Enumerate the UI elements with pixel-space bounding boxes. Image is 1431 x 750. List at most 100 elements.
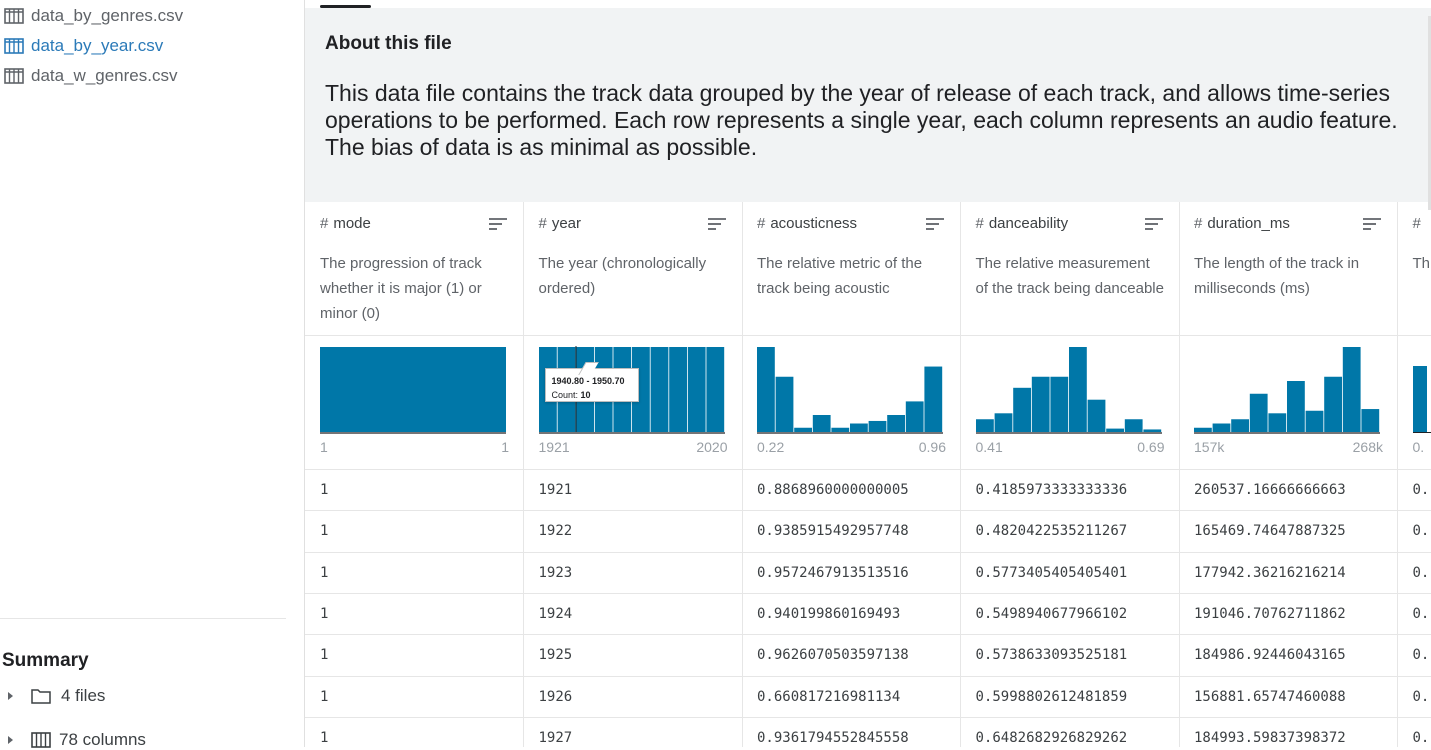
histogram-bar[interactable] [1069, 347, 1087, 432]
column-partial: #Th0. [1398, 202, 1431, 747]
file-name: data_by_genres.csv [31, 6, 183, 26]
histogram-bar[interactable] [1361, 409, 1379, 432]
sort-icon[interactable] [1363, 218, 1381, 230]
expand-caret-icon[interactable] [8, 692, 13, 700]
table-cell: 0.9626070503597138 [757, 647, 909, 663]
histogram-bar[interactable] [1050, 377, 1068, 432]
histogram-bar[interactable] [1287, 381, 1305, 432]
column-description: The relative metric of the track being a… [757, 251, 947, 301]
table-cell: 0.4820422535211267 [976, 523, 1128, 539]
histogram-bar[interactable] [794, 428, 812, 432]
table-cell: 0.9385915492957748 [757, 523, 909, 539]
tooltip-range: 1940.80 - 1950.70 [552, 374, 632, 388]
table-cell: 1 [320, 523, 328, 539]
summary-files-label: 4 files [61, 686, 105, 706]
histogram-bar[interactable] [1306, 411, 1324, 432]
histogram-bar[interactable] [1087, 400, 1105, 432]
histogram-bar[interactable] [1194, 428, 1212, 432]
histogram-max-label: 0.69 [1137, 439, 1164, 455]
histogram-bar[interactable] [687, 347, 705, 432]
histogram-bar[interactable] [1413, 366, 1427, 432]
histogram-max-label: 268k [1353, 439, 1383, 455]
sort-icon[interactable] [1145, 218, 1163, 230]
histogram-bar[interactable] [650, 347, 668, 432]
summary-columns-row[interactable]: 78 columns [8, 730, 146, 750]
histogram-bar[interactable] [1213, 424, 1231, 433]
histogram-bar[interactable] [1106, 429, 1124, 432]
table-cell: 1 [320, 606, 328, 622]
table-cell: 0.9361794552845558 [757, 730, 909, 746]
histogram-bar[interactable] [1143, 429, 1161, 432]
histogram-bar[interactable] [669, 347, 687, 432]
sort-icon[interactable] [926, 218, 944, 230]
histogram[interactable] [976, 346, 1166, 434]
column-header[interactable]: #acousticness [757, 215, 857, 232]
column-description: The relative measurement of the track be… [976, 251, 1166, 301]
histogram-bar[interactable] [1324, 377, 1342, 432]
histogram[interactable] [1194, 346, 1384, 434]
histogram-max-label: 0.96 [919, 439, 946, 455]
histogram-bar[interactable] [1231, 419, 1249, 432]
table-cell: 1921 [539, 482, 573, 498]
table-cell: 0.660817216981134 [757, 689, 900, 705]
column-header[interactable]: #danceability [976, 215, 1069, 232]
histogram-min-label: 1 [320, 439, 328, 455]
column-name: mode [333, 215, 371, 232]
tooltip-count-value: 10 [581, 390, 591, 400]
histogram-bar[interactable] [831, 428, 849, 432]
histogram-min-label: 0.22 [757, 439, 784, 455]
histogram-bar[interactable] [1124, 419, 1142, 432]
histogram-bar[interactable] [1343, 347, 1361, 432]
table-cell: 0.4185973333333336 [976, 482, 1128, 498]
histogram-bar[interactable] [320, 347, 506, 432]
file-item-data-w-genres[interactable]: data_w_genres.csv [4, 64, 177, 88]
table-cell: 0. [1413, 647, 1430, 663]
table-cell: 191046.70762711862 [1194, 606, 1346, 622]
histogram-bar[interactable] [1250, 394, 1268, 432]
numeric-type-icon: # [320, 215, 328, 232]
column-year: #yearThe year (chronologically ordered)1… [524, 202, 743, 747]
histogram-bar[interactable] [706, 347, 724, 432]
histogram-bar[interactable] [813, 415, 831, 432]
column-danceability: #danceability The relative measurement of… [961, 202, 1180, 747]
table-cell: 0. [1413, 730, 1430, 746]
histogram-min-label: 1921 [539, 439, 570, 455]
histogram-min-label: 0.41 [976, 439, 1003, 455]
histogram-baseline [1413, 432, 1431, 433]
histogram-bar[interactable] [1268, 413, 1286, 432]
column-acousticness: #acousticness The relative metric of the … [742, 202, 961, 747]
histogram-bar[interactable] [924, 367, 942, 432]
column-name: year [552, 215, 581, 232]
sort-icon[interactable] [708, 218, 726, 230]
histogram-bar[interactable] [1013, 388, 1031, 432]
histogram-bar[interactable] [869, 421, 887, 432]
sort-icon[interactable] [489, 218, 507, 230]
table-cell: 1925 [539, 647, 573, 663]
histogram-bar[interactable] [1031, 377, 1049, 432]
numeric-type-icon: # [539, 215, 547, 232]
histogram[interactable] [320, 346, 510, 434]
column-header[interactable]: # year [539, 215, 582, 232]
summary-files-row[interactable]: 4 files [8, 686, 105, 706]
table-cell: 1 [320, 647, 328, 663]
file-item-data-by-year[interactable]: data_by_year.csv [4, 34, 163, 58]
column-header[interactable]: # [1413, 215, 1426, 232]
histogram-bar[interactable] [906, 401, 924, 432]
table-cell: 1927 [539, 730, 573, 746]
sidebar: data_by_genres.csv data_by_year.csv data… [0, 0, 304, 747]
histogram[interactable] [757, 346, 947, 434]
table-cell: 1 [320, 482, 328, 498]
histogram-bar[interactable] [976, 419, 994, 432]
table-cell: 0. [1413, 606, 1430, 622]
histogram-bar[interactable] [757, 347, 775, 432]
row-divider [305, 634, 1431, 635]
histogram-bar[interactable] [776, 377, 794, 432]
file-item-data-by-genres[interactable]: data_by_genres.csv [4, 4, 183, 28]
histogram-bar[interactable] [994, 413, 1012, 432]
expand-caret-icon[interactable] [8, 736, 13, 744]
row-divider [305, 717, 1431, 718]
column-header[interactable]: # mode [320, 215, 371, 232]
histogram-bar[interactable] [887, 415, 905, 432]
histogram-bar[interactable] [850, 424, 868, 433]
column-header[interactable]: #duration_ms [1194, 215, 1290, 232]
